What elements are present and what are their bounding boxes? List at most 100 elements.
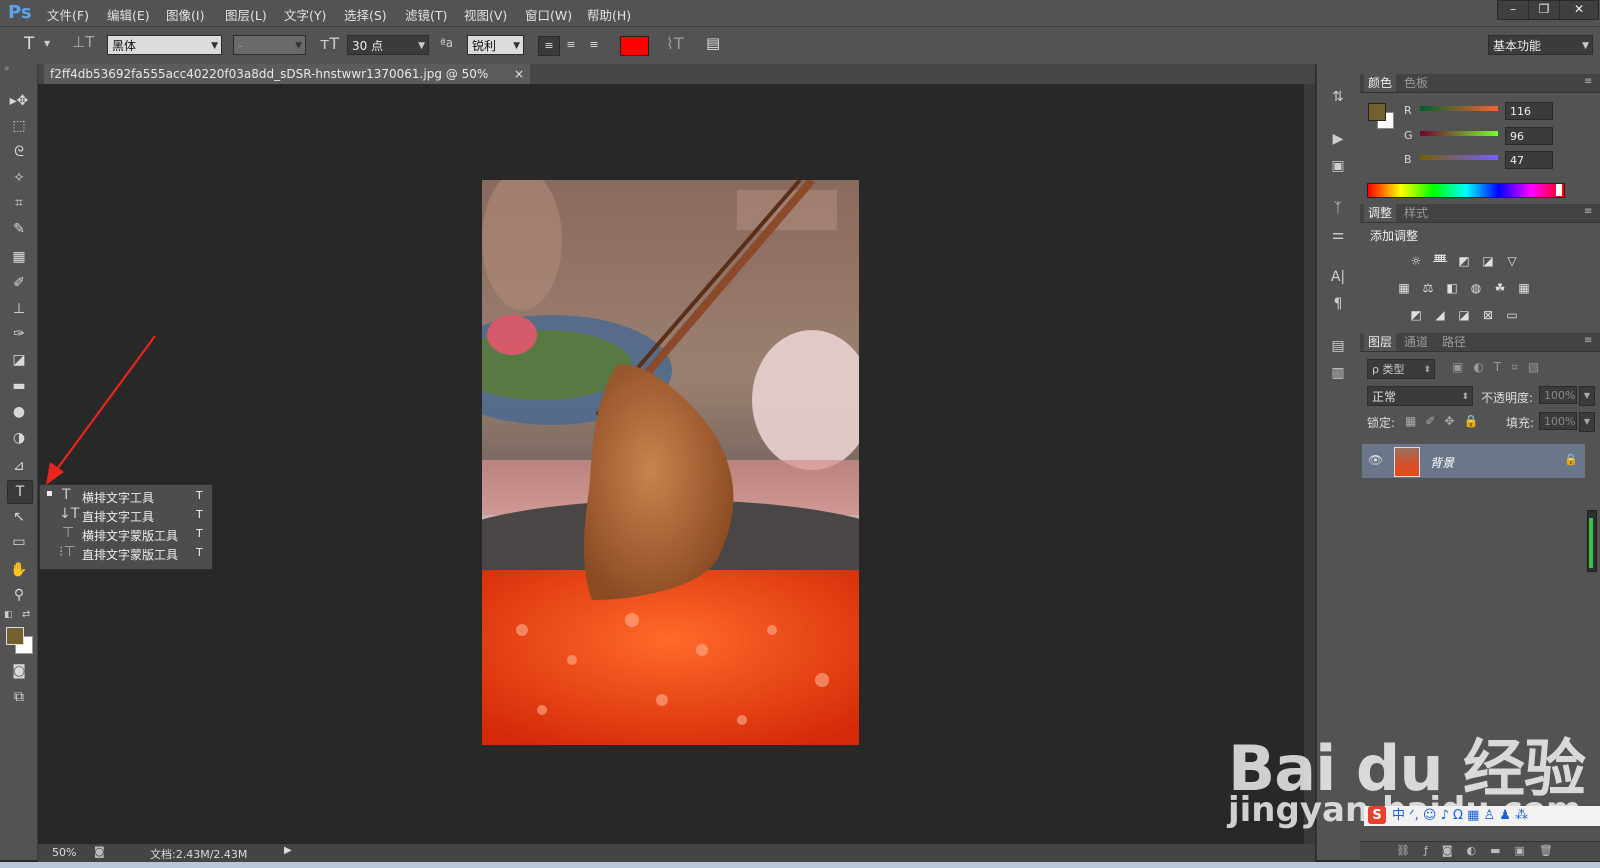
levels-icon[interactable]: ᚙ <box>1432 254 1448 268</box>
tab-layers[interactable]: 图层 <box>1364 333 1397 351</box>
rectangle-tool-icon[interactable]: ▭ <box>7 531 31 553</box>
eyedropper-tool-icon[interactable]: ✎ <box>7 218 31 240</box>
selective-color-icon[interactable]: ⊠ <box>1480 308 1496 322</box>
exposure-icon[interactable]: ◪ <box>1480 254 1496 268</box>
ime-toolbar[interactable]: S 中 ᐟ, ☺ ♪ Ω ▦ ♙ ♟ ⁂ <box>1364 806 1600 826</box>
flyout-item-vertical-type-mask[interactable]: ⁝⊤ 直排文字蒙版工具 T <box>40 544 212 563</box>
photo-filter-icon[interactable]: ◍ <box>1468 281 1484 295</box>
gradient-tool-icon[interactable]: ▬ <box>7 375 31 397</box>
brightness-icon[interactable]: ☼ <box>1408 254 1424 268</box>
magic-wand-tool-icon[interactable]: ✧ <box>7 167 31 189</box>
chevron-down-icon[interactable]: ▼ <box>44 39 50 48</box>
posterize-icon[interactable]: ◢ <box>1432 308 1448 322</box>
info-panel-icon[interactable]: ▥ <box>1327 362 1349 384</box>
chevron-down-icon[interactable]: ▼ <box>1579 386 1595 406</box>
paragraph-panel-icon[interactable]: ¶ <box>1327 293 1349 315</box>
character-panel-icon[interactable]: A| <box>1327 266 1349 288</box>
align-center-icon[interactable]: ≡ <box>561 36 581 54</box>
color-spectrum[interactable] <box>1367 183 1565 198</box>
lock-options-icons[interactable]: ▦✐✥🔒 <box>1405 414 1487 428</box>
color-balance-icon[interactable]: ⚖ <box>1420 281 1436 295</box>
default-colors-icon[interactable]: ◧ <box>4 610 13 620</box>
menu-window[interactable]: 窗口(W) <box>525 5 572 24</box>
menu-file[interactable]: 文件(F) <box>47 5 89 24</box>
color-lookup-icon[interactable]: ▦ <box>1516 281 1532 295</box>
warp-text-icon[interactable]: ⌇T <box>666 34 684 53</box>
align-left-icon[interactable]: ≡ <box>538 36 560 56</box>
type-tool-icon[interactable]: T <box>7 480 33 504</box>
layers-footer-icons[interactable]: ⛓ƒ◙◐▬▣🗑 <box>1360 841 1600 861</box>
properties-panel-icon[interactable]: ▤ <box>1327 335 1349 357</box>
gradient-map-icon[interactable]: ▭ <box>1504 308 1520 322</box>
crop-tool-icon[interactable]: ⌗ <box>7 192 31 214</box>
menu-edit[interactable]: 编辑(E) <box>107 5 150 24</box>
blend-mode-select[interactable]: 正常 ⬍ <box>1367 386 1473 406</box>
black-white-icon[interactable]: ◧ <box>1444 281 1460 295</box>
dodge-tool-icon[interactable]: ◑ <box>7 427 31 449</box>
font-size-select[interactable]: 30 点 ▼ <box>347 35 429 55</box>
antialias-select[interactable]: 锐利 ▼ <box>467 35 524 55</box>
layer-filter-icons[interactable]: ▣◐T⌗▧ <box>1452 360 1549 375</box>
visibility-eye-icon[interactable]: 👁 <box>1368 453 1383 467</box>
brush-panel-icon[interactable]: ᛉ <box>1327 197 1349 219</box>
close-button[interactable]: ✕ <box>1559 0 1599 20</box>
minimize-button[interactable]: – <box>1497 0 1529 20</box>
panel-menu-icon[interactable]: ≡ <box>1584 206 1592 217</box>
red-value-input[interactable]: 116 <box>1505 102 1553 120</box>
layer-name[interactable]: 背景 <box>1430 454 1454 471</box>
menu-image[interactable]: 图像(I) <box>166 5 204 24</box>
history-panel-icon[interactable]: ⇅ <box>1327 86 1349 108</box>
fill-input[interactable]: 100% <box>1539 412 1577 430</box>
tab-swatches[interactable]: 色板 <box>1400 74 1432 92</box>
path-selection-tool-icon[interactable]: ↖ <box>7 506 31 528</box>
blur-tool-icon[interactable]: ● <box>7 401 31 423</box>
tab-styles[interactable]: 样式 <box>1400 204 1432 222</box>
marquee-tool-icon[interactable]: ⬚ <box>7 115 31 137</box>
menu-help[interactable]: 帮助(H) <box>587 5 631 24</box>
threshold-icon[interactable]: ◪ <box>1456 308 1472 322</box>
menu-filter[interactable]: 滤镜(T) <box>405 5 447 24</box>
3d-panel-icon[interactable]: ▣ <box>1327 155 1349 177</box>
align-right-icon[interactable]: ≡ <box>584 36 604 54</box>
zoom-tool-icon[interactable]: ⚲ <box>7 584 31 606</box>
panel-menu-icon[interactable]: ≡ <box>1584 335 1592 346</box>
panel-menu-icon[interactable]: ≡ <box>1584 76 1592 87</box>
pen-tool-icon[interactable]: ⊿ <box>7 455 31 477</box>
layer-row-background[interactable]: 👁 背景 🔒 <box>1362 444 1585 478</box>
brush-tool-icon[interactable]: ✐ <box>7 272 31 294</box>
blue-value-input[interactable]: 47 <box>1505 151 1553 169</box>
foreground-color-swatch[interactable] <box>6 627 24 645</box>
red-slider[interactable] <box>1420 106 1498 111</box>
brush-presets-icon[interactable]: ⚌ <box>1327 224 1349 246</box>
clone-stamp-tool-icon[interactable]: ⊥ <box>7 298 31 320</box>
text-color-swatch[interactable] <box>620 36 649 56</box>
tab-paths[interactable]: 路径 <box>1438 333 1470 351</box>
document-tab[interactable]: f2ff4db53692fa555acc40220f03a8dd_sDSR-hn… <box>44 64 530 101</box>
tab-color[interactable]: 颜色 <box>1364 74 1397 92</box>
menu-layer[interactable]: 图层(L) <box>225 5 267 24</box>
character-panel-icon[interactable]: ▤ <box>706 34 720 52</box>
vibrance-icon[interactable]: ▽ <box>1504 254 1520 268</box>
green-value-input[interactable]: 96 <box>1505 127 1553 145</box>
menu-select[interactable]: 选择(S) <box>344 5 387 24</box>
quick-mask-icon[interactable]: ◙ <box>7 660 31 682</box>
menu-view[interactable]: 视图(V) <box>464 5 507 24</box>
curves-icon[interactable]: ◩ <box>1456 254 1472 268</box>
zoom-level[interactable]: 50% <box>52 846 76 859</box>
sogou-icon[interactable]: S <box>1368 806 1386 824</box>
swap-colors-icon[interactable]: ⇄ <box>22 609 30 620</box>
flyout-item-vertical-type[interactable]: ↓T 直排文字工具 T <box>40 506 212 525</box>
move-tool-icon[interactable]: ▸✥ <box>7 90 31 112</box>
font-family-select[interactable]: 黑体 ▼ <box>107 35 222 55</box>
white-swatch[interactable] <box>1556 184 1562 196</box>
text-orientation-icon[interactable]: ⊥T <box>72 33 94 51</box>
opacity-input[interactable]: 100% <box>1539 386 1577 404</box>
workspace-select[interactable]: 基本功能 ▼ <box>1488 35 1593 55</box>
hand-tool-icon[interactable]: ✋ <box>7 559 31 581</box>
lasso-tool-icon[interactable]: ᘓ <box>7 141 31 163</box>
close-tab-icon[interactable]: × <box>514 64 524 84</box>
play-icon[interactable]: ▶ <box>284 845 292 856</box>
layer-filter-select[interactable]: ρ 类型 ⬍ <box>1367 359 1435 379</box>
tool-preset-text-icon[interactable]: T <box>24 34 34 54</box>
eraser-tool-icon[interactable]: ◪ <box>7 349 31 371</box>
